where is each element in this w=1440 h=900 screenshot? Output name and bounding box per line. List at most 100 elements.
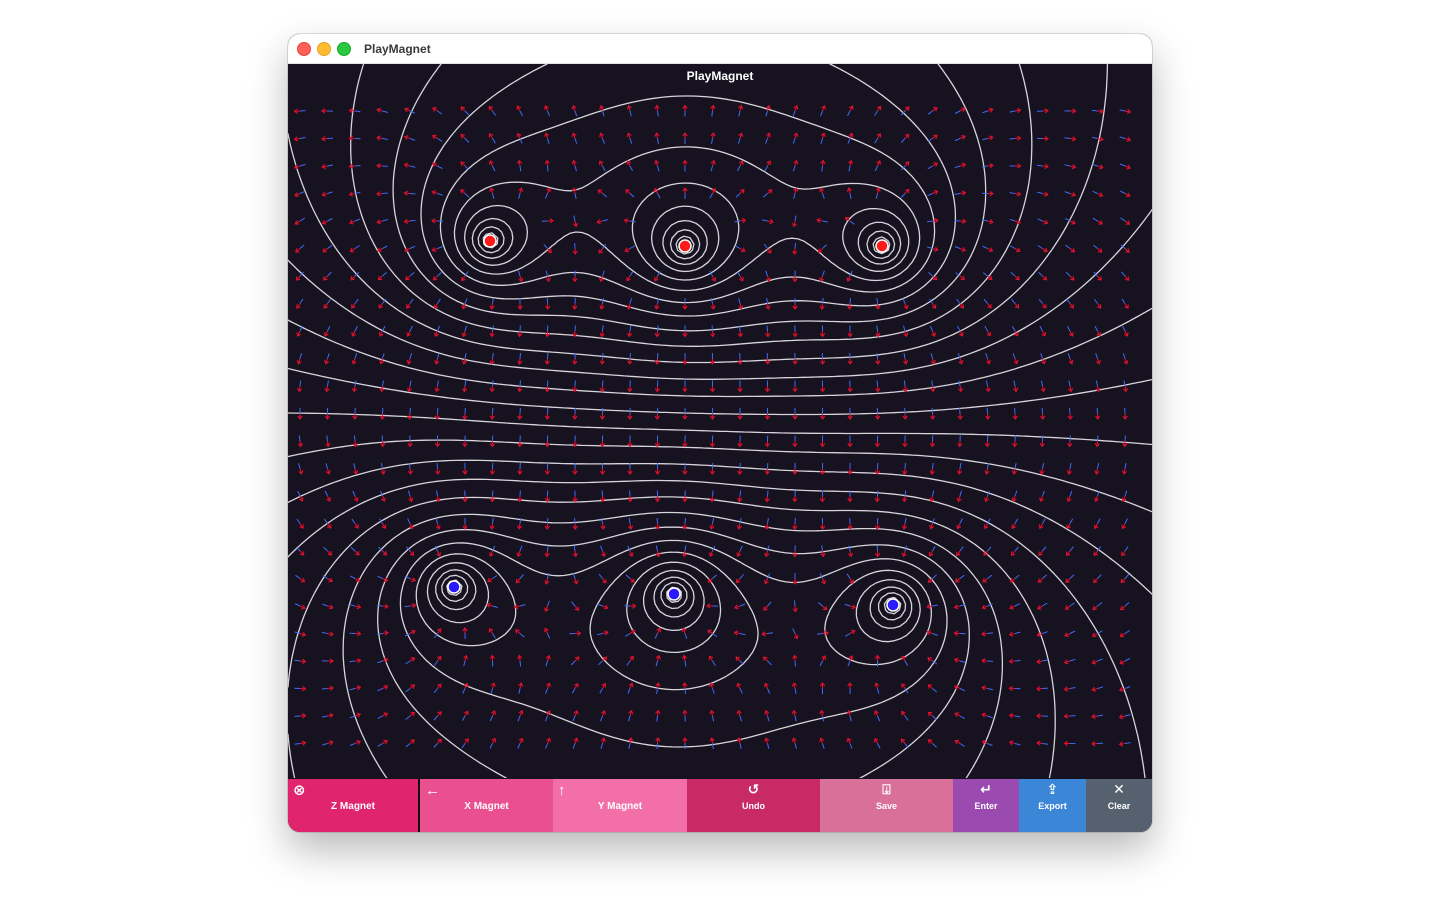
field-vector xyxy=(710,325,716,338)
field-visualization[interactable] xyxy=(288,64,1152,778)
field-vector xyxy=(599,462,606,475)
field-vector xyxy=(325,463,331,475)
close-window-button[interactable] xyxy=(297,42,311,56)
field-vector xyxy=(517,297,523,310)
field-vector xyxy=(434,353,440,365)
export-button[interactable]: ⇪ Export xyxy=(1019,779,1086,832)
south-magnet[interactable] xyxy=(447,580,461,594)
field-vector xyxy=(573,215,579,228)
save-button[interactable]: ⍗ Save xyxy=(820,779,953,832)
field-vector xyxy=(544,435,551,448)
field-vector xyxy=(792,545,798,558)
field-vector xyxy=(431,162,443,170)
enter-button[interactable]: ↵ Enter xyxy=(953,779,1019,832)
field-vector xyxy=(874,160,882,172)
field-vector xyxy=(956,490,963,503)
field-vector xyxy=(1009,191,1022,197)
field-vector xyxy=(516,105,523,117)
maximize-window-button[interactable] xyxy=(337,42,351,56)
field-vector xyxy=(875,297,881,310)
field-vector xyxy=(376,245,388,253)
field-vector xyxy=(792,159,799,172)
field-vector xyxy=(350,546,360,556)
field-vector xyxy=(626,298,632,310)
field-vector xyxy=(517,325,523,338)
minimize-window-button[interactable] xyxy=(317,42,331,56)
field-vector xyxy=(434,380,440,393)
field-vector xyxy=(596,219,608,225)
field-vector xyxy=(627,545,634,557)
field-vector xyxy=(954,739,965,747)
south-magnet[interactable] xyxy=(667,587,681,601)
magnetic-field-canvas[interactable]: PlayMagnet xyxy=(288,64,1152,778)
field-vector xyxy=(572,490,578,503)
field-vector xyxy=(1095,380,1101,393)
field-vector xyxy=(709,682,715,694)
field-vector xyxy=(954,162,967,169)
field-vector xyxy=(295,546,305,556)
field-vector xyxy=(321,136,334,142)
south-magnet[interactable] xyxy=(886,598,900,612)
field-vector xyxy=(819,297,825,310)
field-vector xyxy=(571,159,577,172)
field-vector xyxy=(1039,490,1045,502)
field-vector xyxy=(1065,244,1076,253)
north-magnet[interactable] xyxy=(483,234,497,248)
field-vector xyxy=(298,463,304,475)
field-vector xyxy=(435,462,441,475)
field-vector xyxy=(379,380,385,393)
field-vector xyxy=(792,435,798,448)
field-vector xyxy=(544,132,550,144)
field-vector xyxy=(900,188,910,198)
north-magnet[interactable] xyxy=(678,239,692,253)
field-vector xyxy=(572,435,578,448)
field-vector xyxy=(1013,380,1019,393)
field-vector xyxy=(1119,630,1130,638)
field-vector xyxy=(349,575,361,583)
field-vector xyxy=(901,710,909,721)
clear-button[interactable]: ✕ Clear xyxy=(1086,779,1152,832)
field-vector xyxy=(819,737,825,749)
field-vector xyxy=(1009,107,1022,114)
field-vector xyxy=(954,246,966,252)
field-vector xyxy=(792,654,798,667)
field-vector xyxy=(433,683,442,694)
field-vector xyxy=(626,132,633,144)
field-vector xyxy=(627,462,633,475)
arrow-left-icon: ← xyxy=(425,782,440,799)
z-magnet-button[interactable]: ⊗ Z Magnet xyxy=(288,779,420,832)
field-vector xyxy=(1040,407,1046,420)
field-vector xyxy=(791,709,797,722)
north-magnet[interactable] xyxy=(875,239,889,253)
field-vector xyxy=(297,435,303,448)
field-vector xyxy=(709,187,717,199)
field-vector xyxy=(1064,136,1077,142)
field-vector xyxy=(572,380,578,393)
field-vector xyxy=(737,132,744,144)
field-vector xyxy=(1064,630,1076,638)
x-magnet-button[interactable]: ← X Magnet xyxy=(420,779,553,832)
field-vector xyxy=(407,407,413,420)
field-vector xyxy=(902,462,908,475)
field-vector xyxy=(1010,272,1020,281)
field-vector xyxy=(846,709,852,722)
field-vector xyxy=(1122,380,1129,393)
field-vector xyxy=(351,325,358,337)
field-vector xyxy=(981,685,994,691)
field-vector xyxy=(847,159,854,172)
field-vector xyxy=(376,135,388,141)
undo-button[interactable]: ↺ Undo xyxy=(687,779,820,832)
undo-label: Undo xyxy=(742,800,765,811)
field-vector xyxy=(570,656,580,666)
field-vector xyxy=(902,407,908,420)
field-vector xyxy=(1094,325,1102,337)
field-vector xyxy=(405,739,415,748)
field-vector xyxy=(1009,603,1021,610)
field-vector xyxy=(406,325,413,337)
field-vector xyxy=(1012,353,1019,365)
y-magnet-button[interactable]: ↑ Y Magnet xyxy=(553,779,687,832)
field-vector xyxy=(927,739,937,748)
field-vector xyxy=(543,627,551,639)
field-vector xyxy=(874,682,880,694)
field-vector xyxy=(321,218,333,225)
